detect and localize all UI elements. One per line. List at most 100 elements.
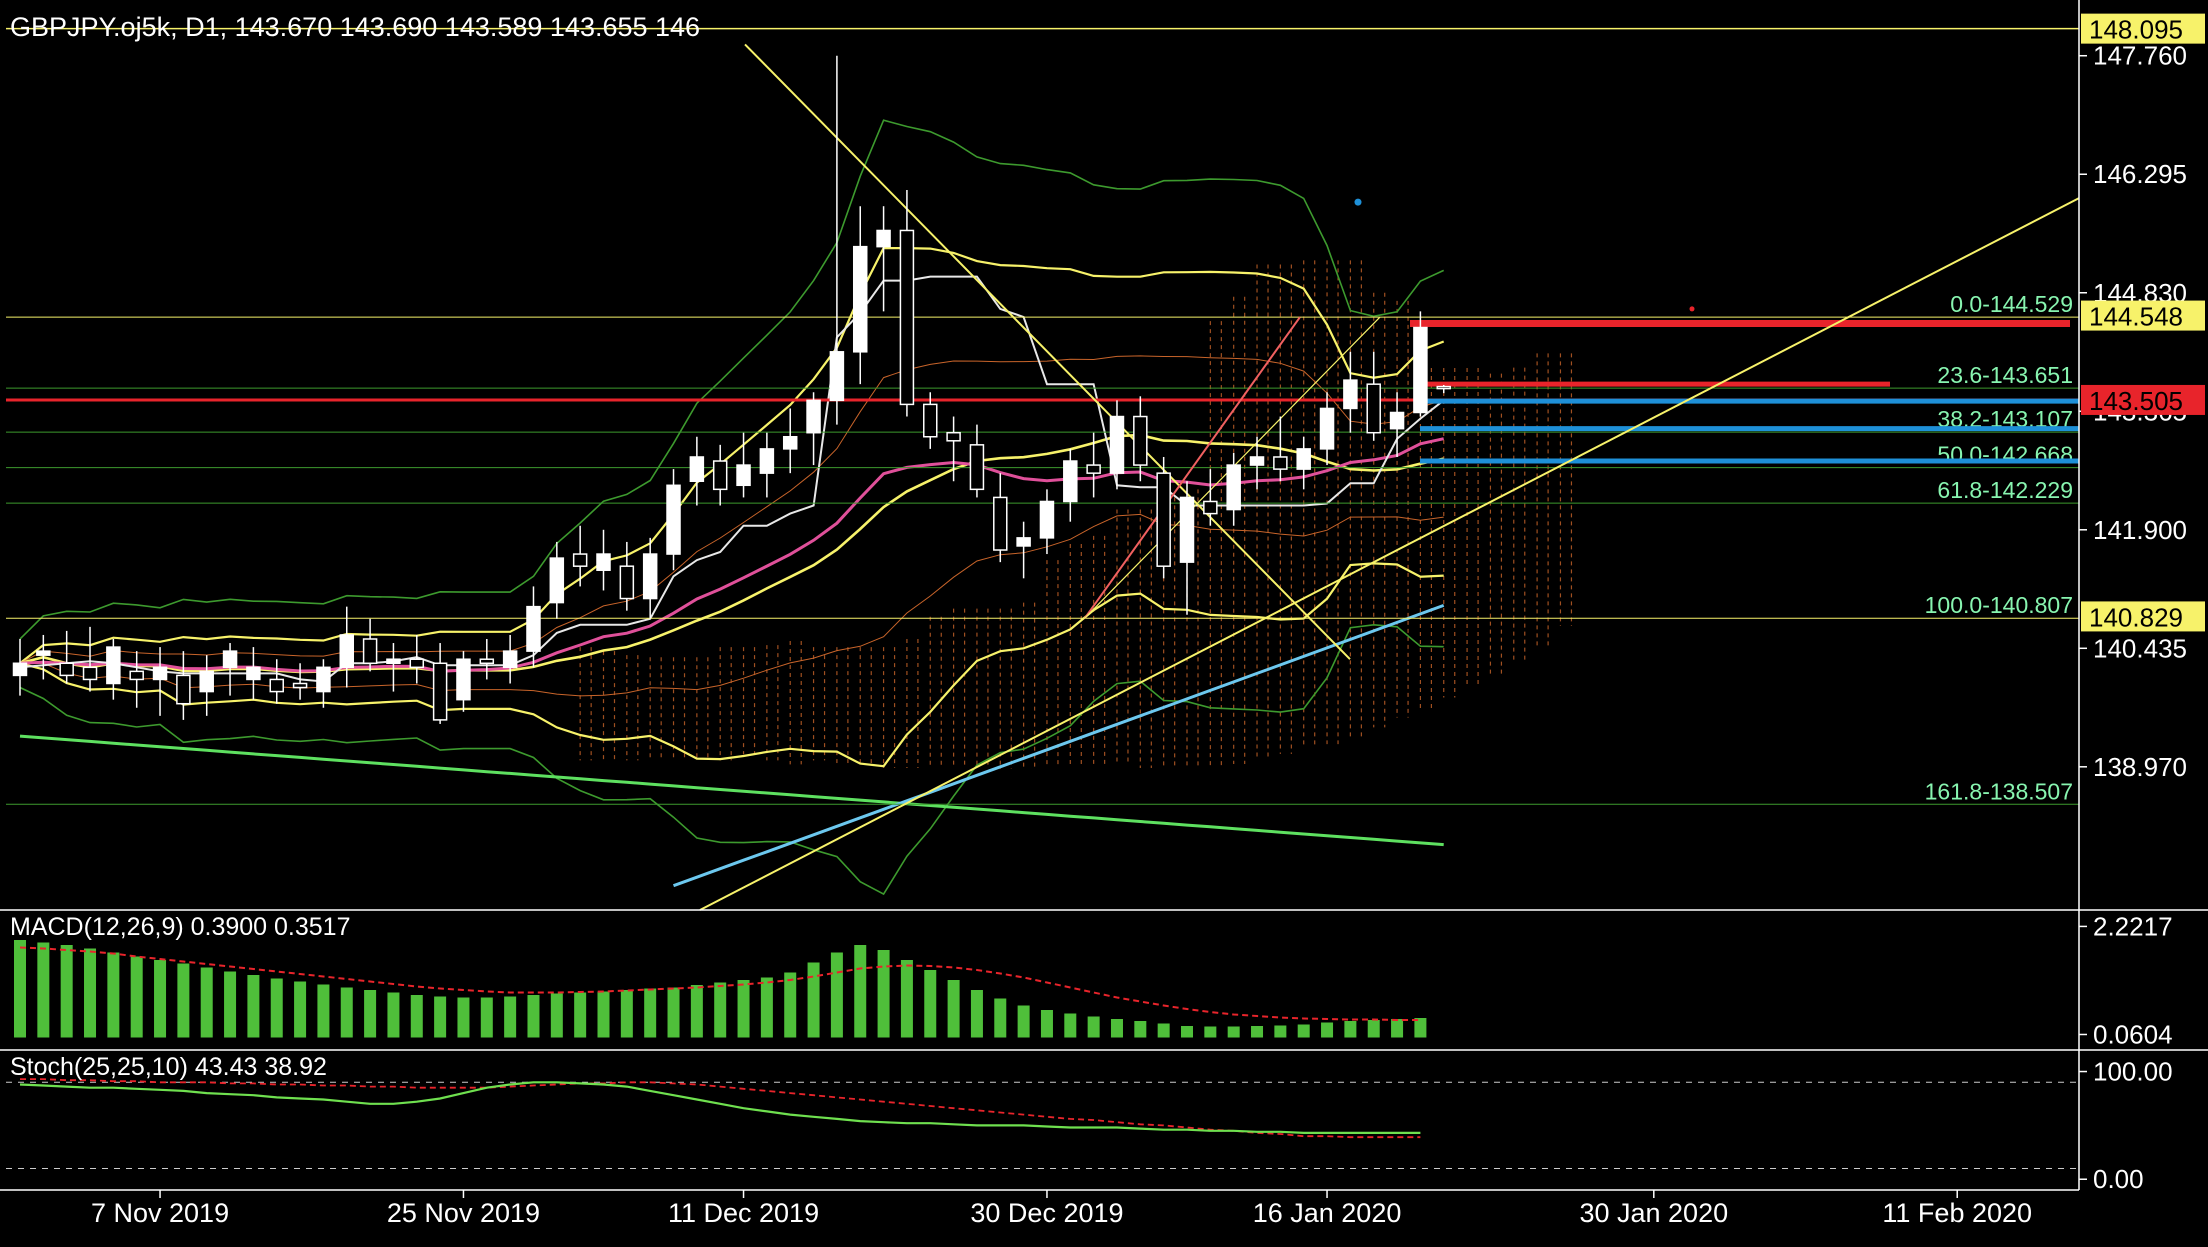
macd-histogram-bar	[154, 960, 167, 1038]
candle-body	[59, 662, 74, 677]
price-tick-label: 138.970	[2093, 752, 2187, 782]
candle-body	[782, 436, 798, 450]
macd-title: MACD(12,26,9) 0.3900 0.3517	[10, 913, 351, 941]
candle-body	[36, 650, 51, 656]
candle-body	[642, 553, 658, 600]
moving-average-100	[672, 603, 1445, 888]
candle-body	[292, 682, 308, 689]
candle-body	[199, 670, 214, 693]
macd-histogram-bar	[1251, 1026, 1264, 1038]
bollinger-upper-2	[19, 247, 1445, 665]
candle-body	[1389, 411, 1405, 430]
candle-body	[666, 484, 681, 555]
macd-histogram-bar	[1181, 1026, 1193, 1038]
macd-histogram-bar	[527, 995, 540, 1038]
price-tick-label: 141.900	[2093, 515, 2187, 545]
fib-level-label: 50.0-142.668	[1937, 442, 2073, 468]
fib-level-label: 61.8-142.229	[1937, 477, 2073, 503]
macd-histogram-bar	[550, 993, 563, 1038]
candle-body	[946, 431, 961, 442]
macd-histogram-bar	[760, 977, 773, 1038]
candle-body	[1109, 415, 1125, 474]
macd-histogram-bar	[877, 950, 890, 1038]
candles	[12, 55, 1451, 724]
candle-body	[829, 351, 845, 402]
macd-histogram-bar	[480, 997, 493, 1038]
candle-body	[1203, 500, 1218, 515]
macd-histogram-bar	[1297, 1024, 1310, 1038]
macd-histogram-bar	[714, 982, 727, 1038]
time-tick-label: 11 Dec 2019	[668, 1198, 819, 1228]
candle-body	[1039, 500, 1055, 539]
macd-histogram-bar	[1227, 1026, 1240, 1038]
candle-body	[432, 662, 448, 721]
macd-histogram-bar	[970, 990, 983, 1038]
candle-body	[1016, 537, 1031, 547]
price-box-label: 143.505	[2089, 386, 2183, 416]
candle-body	[1179, 496, 1195, 563]
candle-body	[549, 557, 565, 604]
candle-body	[246, 666, 261, 681]
time-tick-label: 25 Nov 2019	[387, 1198, 540, 1228]
fib-level-label: 0.0-144.529	[1950, 291, 2073, 317]
candle-body	[876, 229, 891, 248]
macd-tick-label: 0.0604	[2093, 1019, 2173, 1049]
fib-level-label: 100.0-140.807	[1925, 592, 2073, 618]
moving-average-200	[19, 734, 1444, 847]
macd-histogram-bar	[434, 996, 447, 1038]
macd-histogram-bar	[1017, 1005, 1030, 1038]
signal-dot	[1689, 306, 1695, 312]
price-tick-label: 146.295	[2093, 159, 2187, 189]
fib-level-label: 23.6-143.651	[1937, 362, 2073, 388]
bollinger-upper-3	[19, 119, 1445, 640]
time-tick-label: 11 Feb 2020	[1882, 1198, 2032, 1228]
candle-body	[1413, 326, 1428, 414]
price-box-label: 148.095	[2089, 15, 2183, 45]
candle-body	[596, 553, 611, 571]
macd-histogram-bar	[947, 980, 960, 1038]
macd-histogram-bar	[667, 987, 680, 1038]
candle-body	[479, 658, 495, 665]
macd-histogram-bar	[247, 975, 260, 1038]
candle-body	[1366, 383, 1381, 434]
chart-svg[interactable]: 0.0-144.52923.6-143.65138.2-143.10750.0-…	[0, 0, 2208, 1242]
candle-body	[269, 678, 284, 693]
macd-histogram-bar	[1391, 1019, 1404, 1038]
chart-title: GBPJPY.oj5k, D1, 143.670 143.690 143.589…	[10, 12, 700, 42]
time-tick-label: 7 Nov 2019	[91, 1198, 229, 1228]
candle-body	[12, 662, 28, 677]
candle-body	[502, 650, 518, 669]
macd-histogram-bar	[737, 980, 750, 1038]
macd-histogram-bar	[1274, 1025, 1287, 1038]
candle-body	[712, 460, 728, 491]
stoch-title: Stoch(25,25,10) 43.43 38.92	[10, 1053, 327, 1081]
candle-body	[362, 638, 378, 665]
macd-histogram-bar	[364, 990, 377, 1038]
candle-body	[1063, 460, 1078, 503]
candle-body	[923, 403, 938, 438]
macd-histogram-bar	[60, 945, 73, 1038]
macd-histogram-bar	[1134, 1021, 1147, 1038]
stoch-tick-label: 100.00	[2093, 1057, 2173, 1087]
macd-histogram-bar	[177, 963, 190, 1038]
candle-body	[526, 605, 541, 652]
macd-histogram-bar	[504, 996, 517, 1038]
macd-histogram-bar	[317, 984, 330, 1038]
trading-chart[interactable]: 0.0-144.529 23.6-143.651 38.2-143.107 50.0-…	[0, 0, 2208, 1242]
stoch-tick-label: 0.00	[2093, 1164, 2144, 1194]
macd-histogram-bar	[1110, 1019, 1123, 1038]
candle-body	[1226, 464, 1241, 511]
candle-body	[456, 658, 471, 701]
fib-level-label: 161.8-138.507	[1925, 778, 2073, 804]
macd-histogram-bar	[224, 971, 237, 1038]
candle-body	[129, 670, 144, 681]
macd-histogram-bar	[597, 991, 610, 1038]
candle-body	[1156, 472, 1171, 567]
stoch-signal-line	[20, 1078, 1421, 1139]
candle-body	[619, 565, 635, 600]
candle-body	[572, 553, 588, 567]
candle-body	[152, 666, 168, 681]
macd-histogram-bar	[130, 956, 143, 1038]
macd-histogram-bar	[900, 960, 913, 1038]
candle-body	[969, 444, 985, 491]
